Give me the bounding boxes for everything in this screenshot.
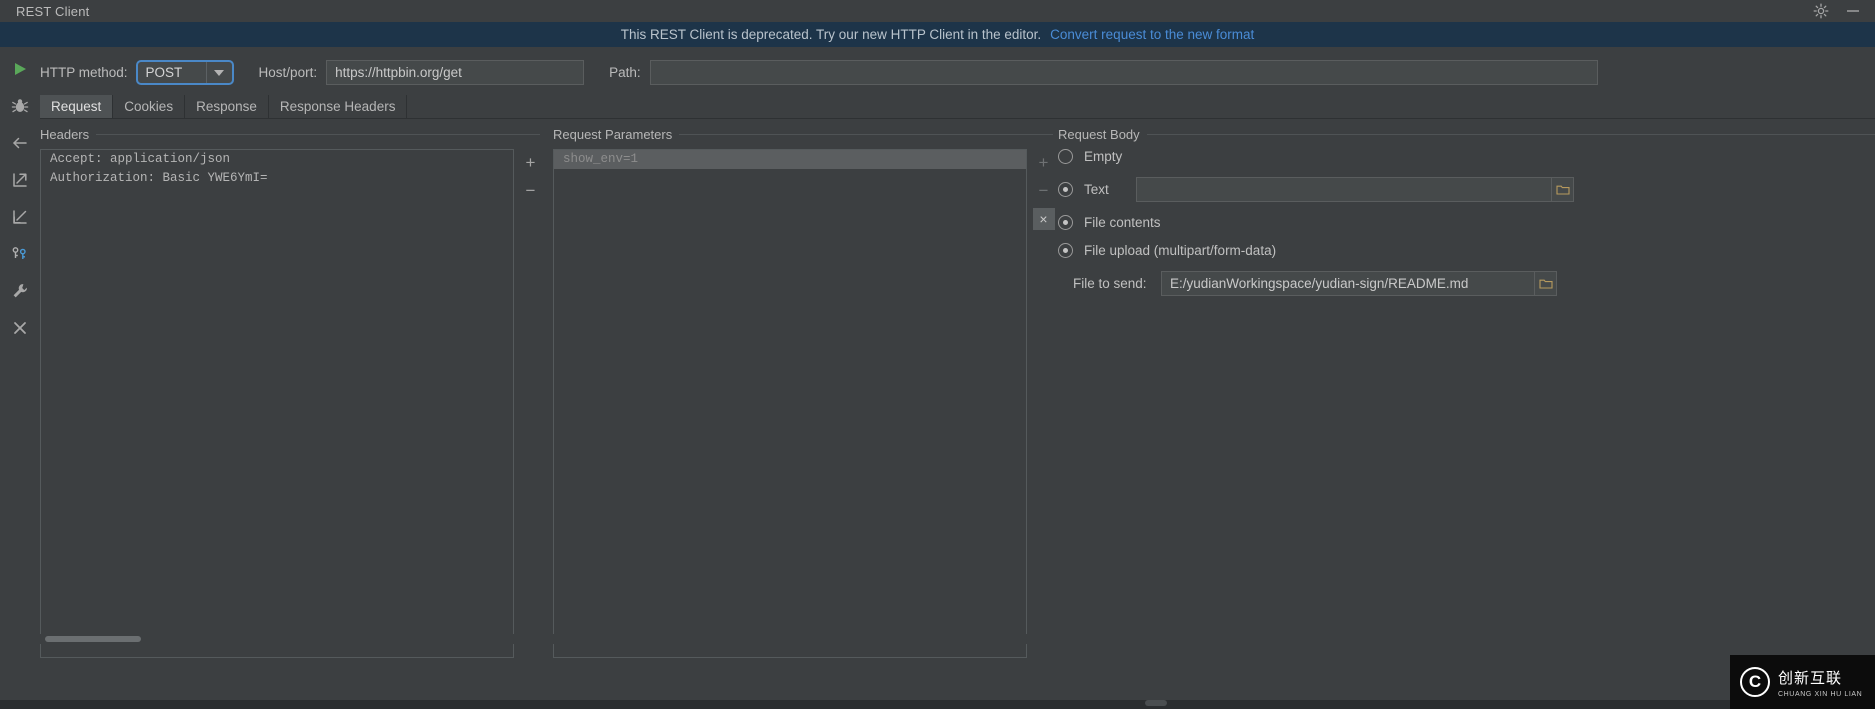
watermark-overlay: C 创新互联 CHUANG XIN HU LIAN — [1730, 655, 1875, 709]
list-item[interactable]: Authorization: Basic YWE6YmI= — [41, 169, 513, 188]
tab-response[interactable]: Response — [185, 95, 269, 118]
horizontal-scrollbar[interactable] — [40, 634, 1875, 644]
remove-header-button[interactable]: − — [520, 180, 542, 202]
back-arrow-icon[interactable] — [8, 131, 32, 155]
rest-client-content: HTTP method: POST Host/port: https://htt… — [40, 47, 1875, 709]
debug-bug-icon[interactable] — [8, 94, 32, 118]
radio-file-contents[interactable] — [1058, 214, 1073, 230]
radio-text[interactable] — [1058, 181, 1073, 197]
watermark-logo-icon: C — [1740, 667, 1770, 697]
body-title-text: Request Body — [1058, 127, 1140, 142]
http-method-value: POST — [145, 65, 183, 80]
deprecation-message: This REST Client is deprecated. Try our … — [620, 27, 1042, 42]
headers-title-rule — [96, 134, 540, 135]
convert-request-link[interactable]: Convert request to the new format — [1050, 27, 1254, 42]
title-bar-actions — [1813, 3, 1875, 19]
headers-panel: Headers Accept: application/json Authori… — [40, 127, 540, 672]
list-item[interactable]: Accept: application/json — [41, 150, 513, 169]
bottom-status-strip — [0, 700, 1875, 709]
headers-title-text: Headers — [40, 127, 90, 142]
keys-icon[interactable] — [8, 242, 32, 266]
path-label: Path: — [609, 65, 641, 80]
tab-response-headers[interactable]: Response Headers — [269, 95, 408, 118]
request-parameters-list[interactable]: show_env=1 — [553, 149, 1027, 658]
export-icon[interactable] — [8, 168, 32, 192]
add-header-button[interactable]: + — [520, 152, 542, 174]
title-bar: REST Client — [0, 0, 1875, 22]
tab-cookies[interactable]: Cookies — [113, 95, 186, 118]
request-body-panel: Request Body Empty Text File contents Fi… — [1058, 127, 1875, 672]
host-port-label: Host/port: — [258, 65, 318, 80]
file-to-send-input[interactable]: E:/yudianWorkingspace/yudian-sign/README… — [1161, 271, 1557, 296]
watermark-sub-text: CHUANG XIN HU LIAN — [1778, 690, 1863, 698]
folder-icon[interactable] — [1551, 178, 1573, 201]
import-icon[interactable] — [8, 205, 32, 229]
path-input[interactable] — [649, 60, 1598, 85]
close-x-icon[interactable] — [8, 316, 32, 340]
radio-row-empty[interactable]: Empty — [1058, 145, 1122, 167]
list-item[interactable]: show_env=1 — [554, 150, 1026, 169]
body-panel-title: Request Body — [1058, 127, 1875, 142]
host-port-input[interactable]: https://httpbin.org/get — [326, 60, 585, 85]
folder-icon[interactable] — [1534, 272, 1556, 295]
request-parameters-panel: Request Parameters show_env=1 + − × — [553, 127, 1056, 672]
radio-row-file-upload[interactable]: File upload (multipart/form-data) — [1058, 239, 1276, 261]
body-text-input[interactable] — [1136, 177, 1574, 202]
wrench-icon[interactable] — [8, 279, 32, 303]
radio-row-text[interactable]: Text — [1058, 178, 1109, 200]
deprecation-banner: This REST Client is deprecated. Try our … — [0, 22, 1875, 47]
radio-file-upload[interactable] — [1058, 242, 1073, 258]
file-to-send-row: File to send: — [1073, 272, 1147, 294]
left-toolbar-rail — [0, 47, 40, 709]
http-method-select[interactable]: POST — [135, 60, 234, 85]
run-icon[interactable] — [8, 57, 32, 81]
chevron-down-icon[interactable] — [205, 62, 232, 83]
params-panel-title: Request Parameters — [553, 127, 1053, 142]
gear-icon[interactable] — [1813, 3, 1829, 19]
tabs-filler — [407, 95, 1875, 118]
remove-parameter-button[interactable]: − — [1033, 180, 1055, 202]
file-to-send-value: E:/yudianWorkingspace/yudian-sign/README… — [1170, 276, 1469, 291]
file-to-send-label: File to send: — [1073, 275, 1147, 291]
minimize-icon[interactable] — [1845, 3, 1861, 19]
tab-request[interactable]: Request — [40, 95, 114, 118]
tab-request-label: Request — [51, 99, 102, 114]
add-parameter-button[interactable]: + — [1033, 152, 1055, 174]
radio-row-file-contents[interactable]: File contents — [1058, 211, 1161, 233]
radio-text-label: Text — [1084, 181, 1109, 197]
horizontal-scrollbar-thumb[interactable] — [45, 636, 141, 642]
tab-cookies-label: Cookies — [124, 99, 174, 114]
window-title: REST Client — [16, 3, 90, 19]
tab-response-label: Response — [196, 99, 257, 114]
radio-file-contents-label: File contents — [1084, 214, 1161, 230]
watermark-main-text: 创新互联 — [1778, 669, 1843, 687]
clear-parameter-button[interactable]: × — [1032, 208, 1055, 230]
params-list-buttons: + − × — [1031, 149, 1056, 230]
request-panes: Headers Accept: application/json Authori… — [40, 127, 1875, 672]
bottom-resize-handle[interactable] — [1145, 700, 1167, 706]
radio-file-upload-label: File upload (multipart/form-data) — [1084, 242, 1277, 258]
params-title-text: Request Parameters — [553, 127, 673, 142]
http-method-label: HTTP method: — [40, 65, 128, 80]
request-tabs: Request Cookies Response Response Header… — [40, 95, 1875, 119]
tab-response-headers-label: Response Headers — [279, 99, 396, 114]
headers-list-buttons: + − — [518, 149, 543, 202]
params-title-rule — [679, 134, 1053, 135]
headers-list[interactable]: Accept: application/json Authorization: … — [40, 149, 514, 658]
headers-panel-title: Headers — [40, 127, 540, 142]
radio-empty-label: Empty — [1084, 148, 1123, 164]
body-title-rule — [1146, 134, 1875, 135]
radio-empty[interactable] — [1058, 148, 1073, 164]
request-line: HTTP method: POST Host/port: https://htt… — [40, 59, 1875, 86]
watermark-texts: 创新互联 CHUANG XIN HU LIAN — [1778, 667, 1862, 698]
host-port-value: https://httpbin.org/get — [335, 65, 462, 80]
